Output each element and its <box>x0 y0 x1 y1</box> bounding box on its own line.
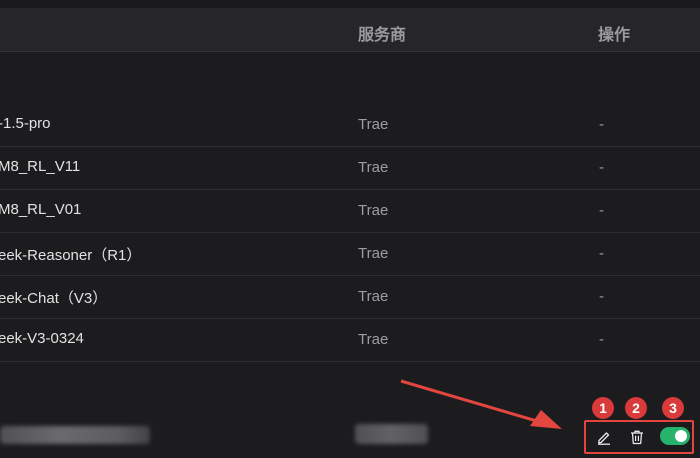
redacted-model-name <box>0 426 150 444</box>
model-provider: Trae <box>358 288 389 305</box>
enable-toggle[interactable] <box>660 427 690 445</box>
model-action: - <box>599 116 604 133</box>
column-header-provider: 服务商 <box>358 27 407 44</box>
model-action: - <box>599 331 604 348</box>
redacted-provider <box>355 424 428 444</box>
top-strip <box>0 0 700 8</box>
model-name: eek-V3-0324 <box>0 330 84 347</box>
model-provider: Trae <box>358 245 389 262</box>
annotation-badge-3: 3 <box>662 397 684 419</box>
table-row: -1.5-pro Trae - <box>0 104 700 147</box>
model-name: -1.5-pro <box>0 115 51 132</box>
table-row: eek-Chat（V3） Trae - <box>0 276 700 319</box>
model-provider: Trae <box>358 331 389 348</box>
model-action: - <box>599 288 604 305</box>
model-action: - <box>599 202 604 219</box>
model-provider: Trae <box>358 159 389 176</box>
model-name: M8_RL_V11 <box>0 158 81 175</box>
trash-icon <box>631 430 643 445</box>
model-name: M8_RL_V01 <box>0 201 82 218</box>
table-header: 服务商 操作 <box>0 8 700 52</box>
edit-button[interactable] <box>595 428 613 446</box>
model-provider: Trae <box>358 116 389 133</box>
delete-button[interactable] <box>628 428 646 446</box>
model-action: - <box>599 245 604 262</box>
model-provider: Trae <box>358 202 389 219</box>
annotation-badge-1: 1 <box>592 397 614 419</box>
table-row: eek-V3-0324 Trae - <box>0 319 700 362</box>
pencil-icon <box>598 432 610 445</box>
model-name: eek-Chat（V3） <box>0 290 108 307</box>
annotation-badge-2: 2 <box>625 397 647 419</box>
toggle-knob <box>675 430 687 442</box>
table-row: M8_RL_V11 Trae - <box>0 147 700 190</box>
model-action: - <box>599 159 604 176</box>
column-header-action: 操作 <box>598 27 631 44</box>
table-row: M8_RL_V01 Trae - <box>0 190 700 233</box>
model-list-page: 服务商 操作 -1.5-pro Trae - M8_RL_V11 Trae - … <box>0 0 700 458</box>
model-name: eek-Reasoner（R1） <box>0 247 142 264</box>
table-row: eek-Reasoner（R1） Trae - <box>0 233 700 276</box>
